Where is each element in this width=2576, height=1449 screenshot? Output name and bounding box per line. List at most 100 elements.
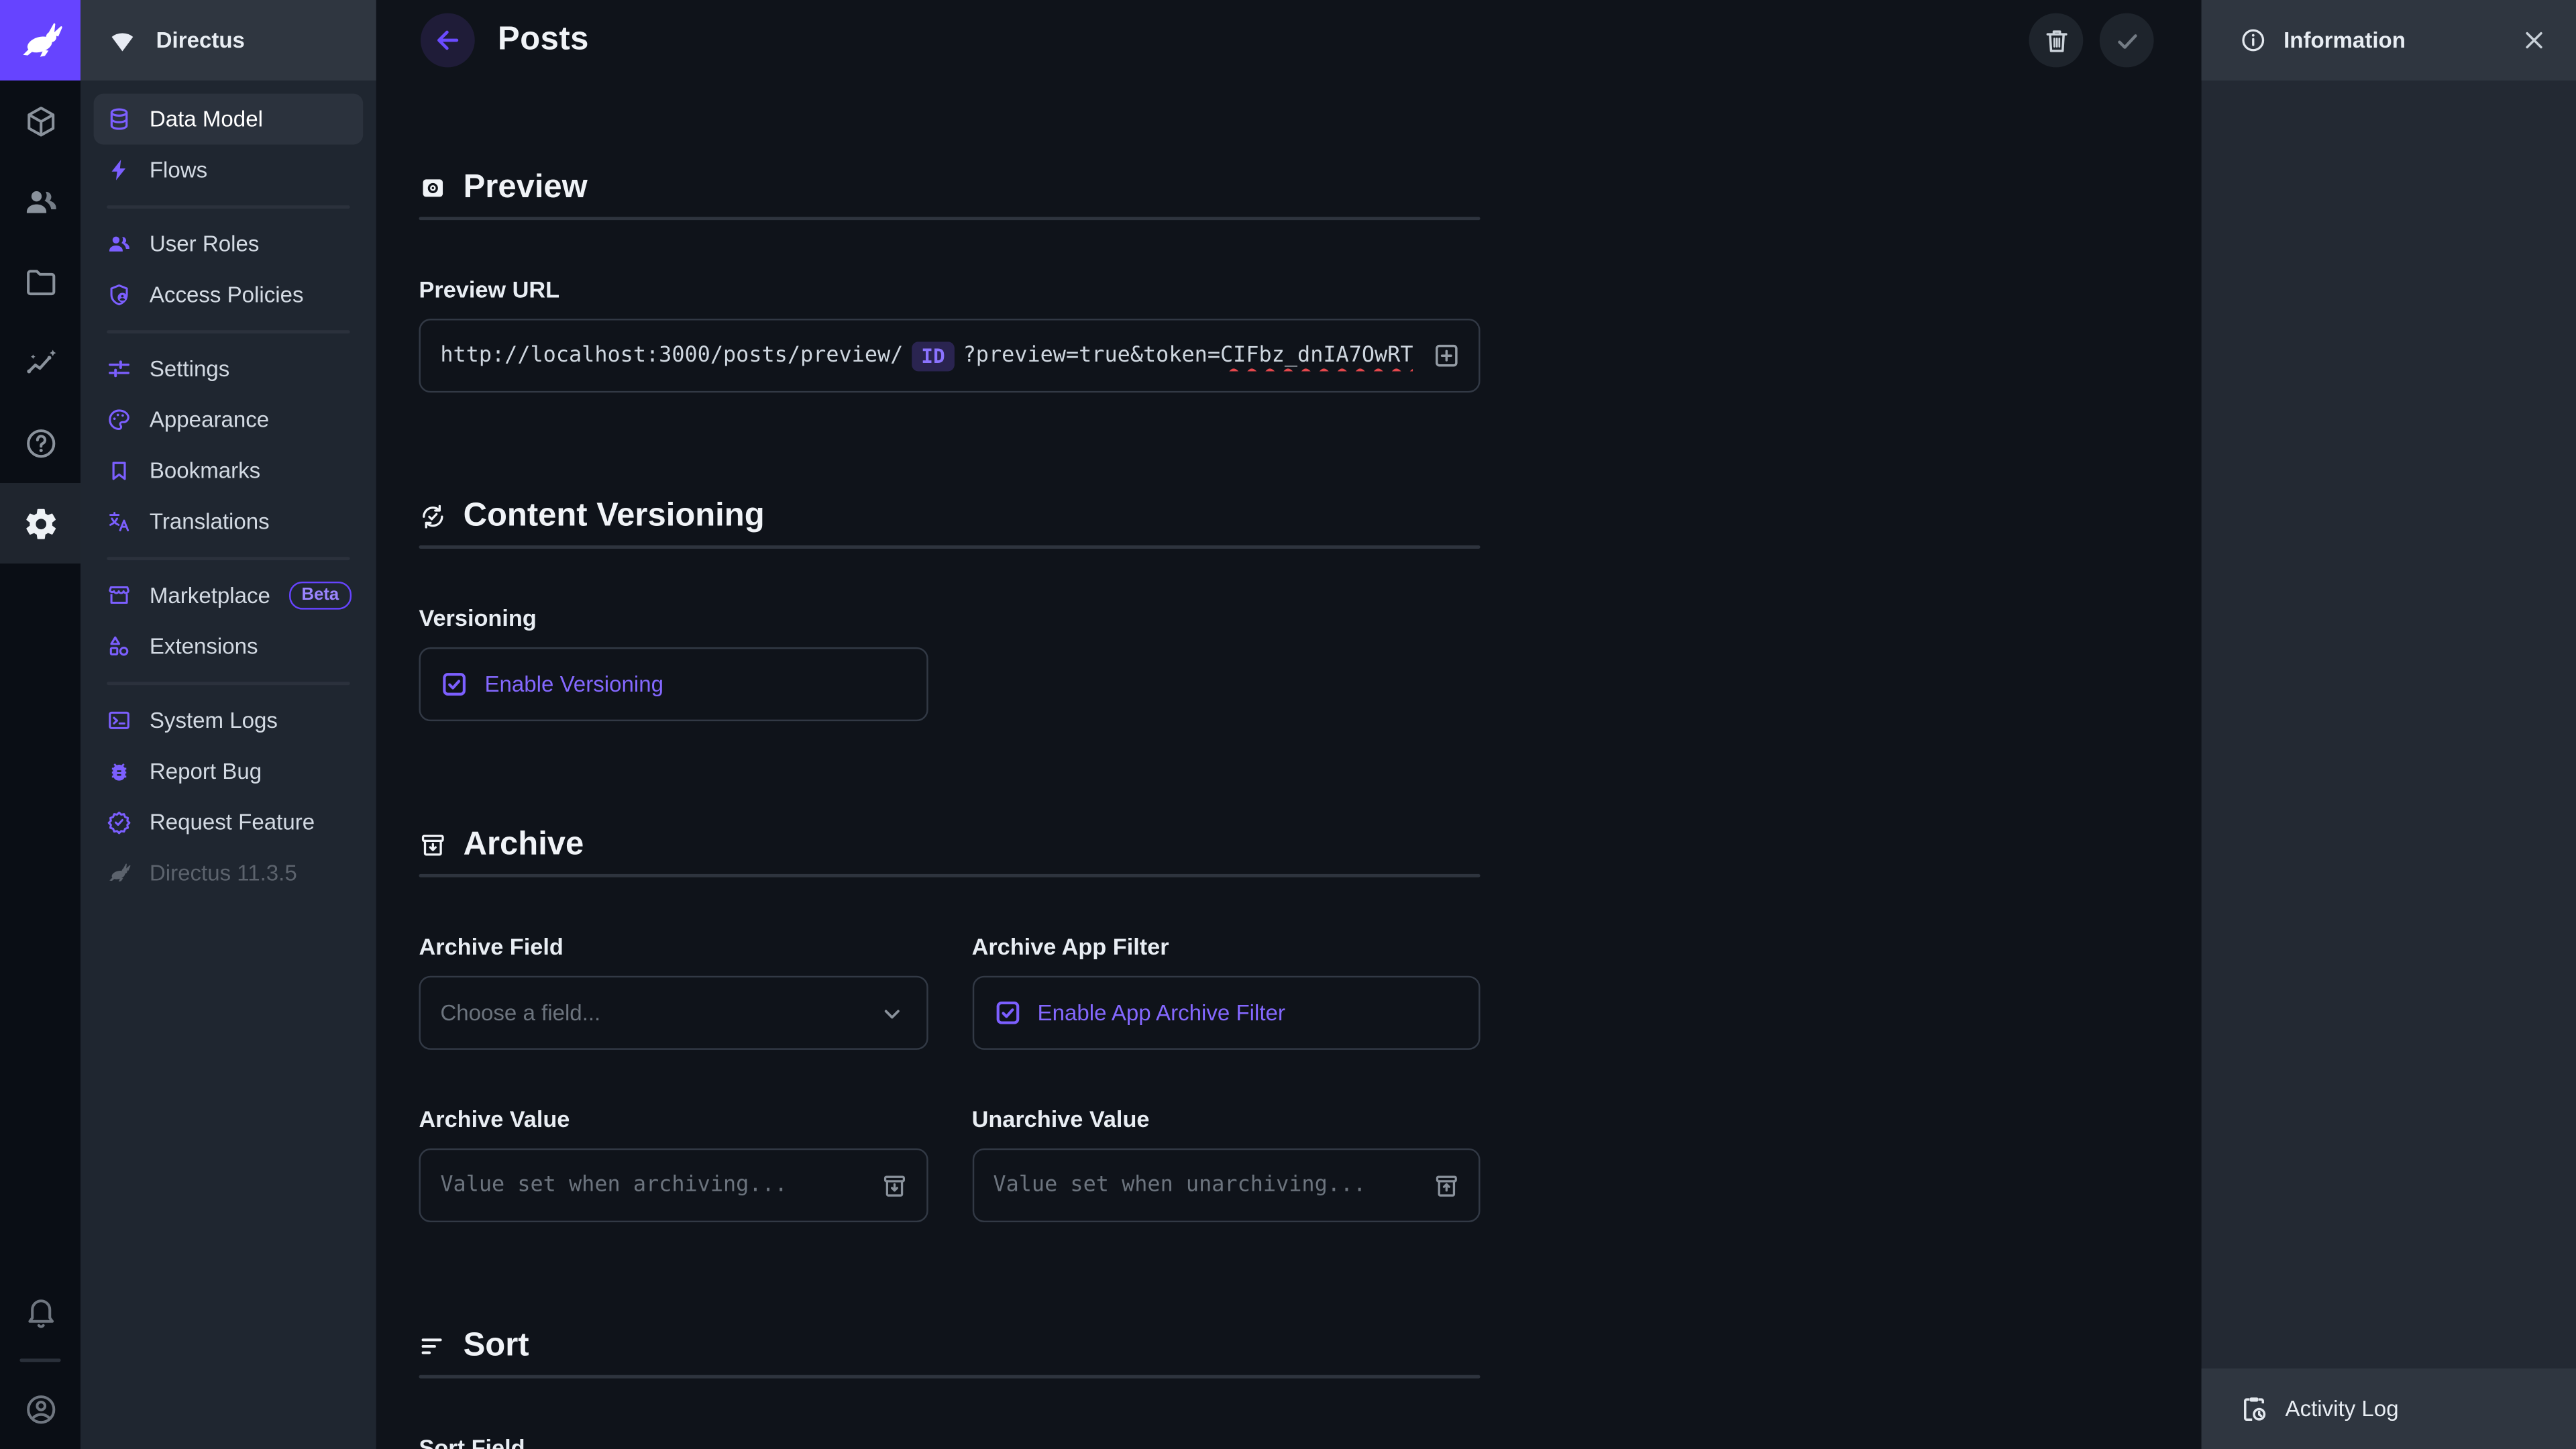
info-sidebar-body [2202, 80, 2576, 1368]
nav-access-policies[interactable]: Access Policies [94, 270, 364, 321]
token-value: CIFbz_dnIA7OwRTewJFC79aQoDl [1220, 343, 1413, 368]
project-name: Directus [156, 28, 245, 53]
archive-field: Archive Field Choose a field... [419, 933, 927, 1050]
bug-icon [107, 759, 131, 784]
versioning-field: Versioning Enable Versioning [419, 604, 1480, 721]
shield-person-icon [107, 282, 131, 307]
nav-request-feature[interactable]: Request Feature [94, 797, 364, 848]
project-status-icon [107, 25, 138, 56]
nav-label: Settings [150, 356, 229, 381]
nav-data-model[interactable]: Data Model [94, 94, 364, 145]
nav-user-roles[interactable]: User Roles [94, 219, 364, 270]
arrow-left-icon [432, 25, 464, 56]
archive-value-input[interactable] [440, 1150, 906, 1220]
sort-icon [419, 1332, 447, 1360]
bolt-icon [107, 158, 131, 182]
settings-form: Preview Preview URL http://localhost:300… [376, 80, 2202, 1449]
module-files[interactable] [0, 241, 80, 322]
sync-check-icon [419, 502, 447, 531]
translate-icon [107, 509, 131, 534]
info-sidebar: Information Activity Log [2202, 0, 2576, 1449]
save-button[interactable] [2100, 13, 2154, 68]
nav-divider [107, 205, 350, 209]
nav-label: Data Model [150, 107, 263, 131]
close-sidebar-button[interactable] [2520, 26, 2548, 54]
add-variable-button[interactable] [1413, 321, 1479, 391]
archive-field-select[interactable]: Choose a field... [419, 976, 927, 1050]
check-icon [2112, 25, 2141, 55]
palette-icon [107, 407, 131, 432]
directus-settings-app: Directus Data Model Flows User Roles Acc… [0, 0, 2576, 1449]
section-preview-title: Preview [419, 169, 1480, 207]
directus-logo[interactable] [0, 0, 80, 80]
nav-bookmarks[interactable]: Bookmarks [94, 445, 364, 496]
nav-report-bug[interactable]: Report Bug [94, 746, 364, 797]
field-label: Archive App Filter [972, 933, 1481, 959]
users-icon [22, 183, 58, 219]
nav-label: User Roles [150, 231, 260, 256]
id-variable-chip[interactable]: ID [912, 341, 955, 370]
section-archive-title: Archive [419, 826, 1480, 864]
activity-log-button[interactable]: Activity Log [2202, 1368, 2576, 1449]
field-label: Archive Field [419, 933, 927, 959]
section-archive: Archive Archive Field Choose a field... … [419, 826, 1480, 1222]
seal-check-icon [107, 810, 131, 835]
nav-system-logs[interactable]: System Logs [94, 695, 364, 746]
tune-icon [107, 356, 131, 381]
section-divider [419, 1375, 1480, 1379]
section-divider [419, 545, 1480, 549]
page-title: Posts [498, 21, 589, 59]
notifications-button[interactable] [0, 1272, 80, 1352]
activity-log-label: Activity Log [2286, 1397, 2399, 1421]
enable-versioning-checkbox[interactable]: Enable Versioning [419, 647, 927, 721]
module-help[interactable] [0, 402, 80, 483]
version-info: Directus 11.3.5 [94, 848, 364, 899]
field-label: Sort Field [419, 1434, 1480, 1449]
section-divider [419, 217, 1480, 220]
field-label: Versioning [419, 604, 1480, 631]
module-insights[interactable] [0, 322, 80, 402]
archive-value-input-wrap [419, 1148, 927, 1222]
field-label: Unarchive Value [972, 1106, 1481, 1132]
unarchive-value-input[interactable] [993, 1150, 1458, 1220]
nav-settings[interactable]: Settings [94, 343, 364, 394]
beta-badge: Beta [288, 581, 352, 610]
delete-collection-button[interactable] [2029, 13, 2083, 68]
bookmark-icon [107, 458, 131, 483]
rabbit-icon [107, 861, 131, 885]
nav-appearance[interactable]: Appearance [94, 394, 364, 445]
user-roles-icon [107, 231, 131, 256]
insights-icon [22, 344, 58, 380]
checkbox-label: Enable Versioning [484, 672, 663, 697]
main-content: Posts Preview Preview URL [376, 0, 2202, 1449]
nav-label: Access Policies [150, 282, 304, 307]
user-avatar[interactable] [0, 1368, 80, 1449]
preview-url-input[interactable]: http://localhost:3000/posts/preview/ ID … [419, 319, 1480, 392]
settings-nav: Data Model Flows User Roles Access Polic… [80, 80, 376, 899]
info-title: Information [2284, 28, 2406, 53]
module-users[interactable] [0, 161, 80, 241]
module-content[interactable] [0, 80, 80, 161]
field-label: Preview URL [419, 276, 1480, 302]
info-sidebar-header: Information [2202, 0, 2576, 80]
checkbox-checked-icon [440, 670, 468, 698]
nav-marketplace[interactable]: Marketplace Beta [94, 570, 364, 621]
unarchive-value-field: Unarchive Value [972, 1106, 1481, 1222]
section-sort: Sort Sort Field [419, 1328, 1480, 1449]
unarchive-value-input-wrap [972, 1148, 1481, 1222]
nav-extensions[interactable]: Extensions [94, 621, 364, 672]
project-header[interactable]: Directus [80, 0, 376, 80]
page-header: Posts [376, 0, 2202, 80]
nav-translations[interactable]: Translations [94, 496, 364, 547]
nav-label: Flows [150, 158, 207, 182]
module-bar-divider [19, 1358, 60, 1362]
nav-flows[interactable]: Flows [94, 145, 364, 196]
plus-box-icon [1430, 340, 1462, 372]
module-settings[interactable] [0, 483, 80, 564]
enable-app-archive-filter-checkbox[interactable]: Enable App Archive Filter [972, 976, 1481, 1050]
back-button[interactable] [421, 13, 475, 68]
bell-icon [22, 1294, 58, 1330]
nav-divider [107, 557, 350, 560]
section-sort-title: Sort [419, 1328, 1480, 1365]
storefront-icon [107, 583, 131, 608]
